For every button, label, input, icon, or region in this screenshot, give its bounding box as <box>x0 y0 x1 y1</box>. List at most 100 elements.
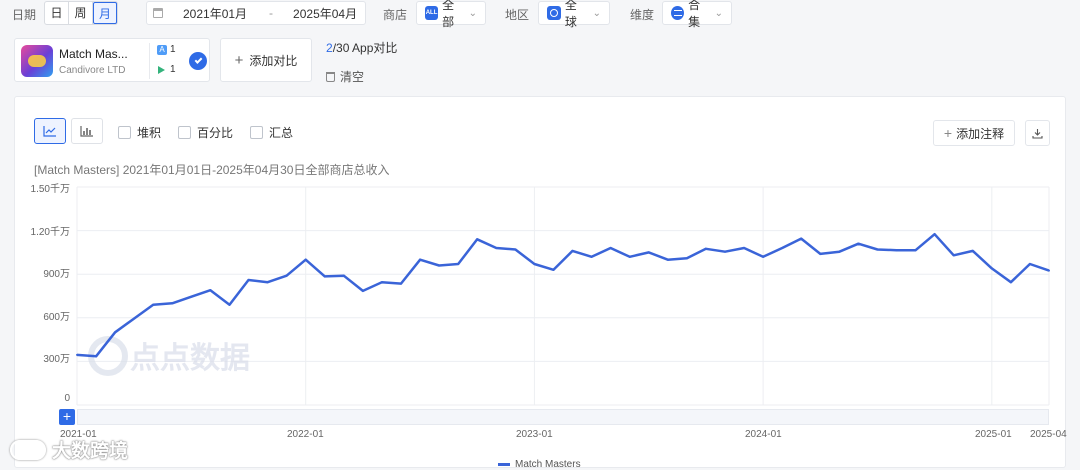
data-point[interactable] <box>590 255 593 258</box>
corner-watermark: 大数跨境 <box>10 436 128 463</box>
app-name: Match Mas... <box>59 47 128 61</box>
data-point[interactable] <box>323 275 326 278</box>
data-point[interactable] <box>419 258 422 261</box>
stack-checkbox[interactable]: 堆积 <box>118 124 161 141</box>
data-point[interactable] <box>704 247 707 250</box>
corner-watermark-text: 大数跨境 <box>52 441 129 462</box>
data-point[interactable] <box>152 303 155 306</box>
date-separator: - <box>269 6 274 20</box>
store-value: 全部 <box>442 0 455 29</box>
data-point[interactable] <box>171 302 174 305</box>
data-point[interactable] <box>1048 269 1050 272</box>
data-point[interactable] <box>857 242 860 245</box>
data-point[interactable] <box>628 255 631 258</box>
range-slider[interactable] <box>77 409 1049 425</box>
data-point[interactable] <box>76 353 78 356</box>
add-annotation-button[interactable]: + 添加注释 <box>933 120 1015 146</box>
data-point[interactable] <box>571 249 574 252</box>
data-point[interactable] <box>876 248 879 251</box>
stack-box[interactable] <box>118 126 131 139</box>
percent-checkbox[interactable]: 百分比 <box>178 124 233 141</box>
check-icon[interactable] <box>189 52 207 70</box>
percent-box[interactable] <box>178 126 191 139</box>
store-select[interactable]: ALL 全部 ⌄ <box>416 0 486 29</box>
data-point[interactable] <box>914 249 917 252</box>
end-date[interactable]: 2025年04月 <box>293 5 357 22</box>
data-point[interactable] <box>990 267 993 270</box>
clear-button[interactable]: 清空 <box>326 68 364 85</box>
data-point[interactable] <box>800 237 803 240</box>
granularity-month[interactable]: 月 <box>93 2 117 24</box>
app-card[interactable]: Match Mas... Candivore LTD A 1 1 <box>14 38 210 82</box>
clear-label: 清空 <box>340 70 365 84</box>
data-point[interactable] <box>247 279 250 282</box>
watermark-logo-icon <box>10 439 46 460</box>
data-point[interactable] <box>819 252 822 255</box>
data-point[interactable] <box>266 281 269 284</box>
data-point[interactable] <box>933 233 936 236</box>
data-point[interactable] <box>457 263 460 266</box>
data-point[interactable] <box>304 258 307 261</box>
data-point[interactable] <box>514 248 517 251</box>
data-point[interactable] <box>647 251 650 254</box>
data-point[interactable] <box>952 254 955 257</box>
divider <box>149 43 150 79</box>
data-point[interactable] <box>685 257 688 260</box>
data-point[interactable] <box>533 263 536 266</box>
data-point[interactable] <box>95 355 98 358</box>
x-tick: 2025-01 <box>975 429 1012 440</box>
data-point[interactable] <box>342 274 345 277</box>
data-point[interactable] <box>495 247 498 250</box>
data-point[interactable] <box>743 247 746 250</box>
x-tick: 2023-01 <box>516 429 553 440</box>
android-count: 1 <box>170 64 176 75</box>
data-point[interactable] <box>361 289 364 292</box>
data-point[interactable] <box>666 258 669 261</box>
layers-icon <box>671 6 685 20</box>
percent-label: 百分比 <box>197 126 234 140</box>
data-point[interactable] <box>762 255 765 258</box>
sum-box[interactable] <box>250 126 263 139</box>
data-point[interactable] <box>552 268 555 271</box>
sum-label: 汇总 <box>269 126 294 140</box>
data-point[interactable] <box>133 317 136 320</box>
granularity-week[interactable]: 周 <box>69 2 93 24</box>
data-point[interactable] <box>380 281 383 284</box>
calendar-icon <box>153 8 163 18</box>
granularity-day[interactable]: 日 <box>45 2 69 24</box>
data-point[interactable] <box>1028 263 1031 266</box>
data-point[interactable] <box>609 247 612 250</box>
line-chart-button[interactable] <box>34 118 66 144</box>
dimension-select[interactable]: 合集 ⌄ <box>662 0 732 29</box>
dimension-value: 合集 <box>688 0 701 29</box>
data-point[interactable] <box>476 238 479 241</box>
add-compare-button[interactable]: + 添加对比 <box>220 38 312 82</box>
data-point[interactable] <box>285 274 288 277</box>
trash-icon <box>326 71 335 82</box>
sum-checkbox[interactable]: 汇总 <box>250 124 293 141</box>
expand-button[interactable]: + <box>59 409 75 425</box>
data-point[interactable] <box>724 250 726 253</box>
region-select[interactable]: 全球 ⌄ <box>538 0 610 29</box>
plus-icon: + <box>234 51 244 69</box>
legend: Match Masters <box>498 459 581 470</box>
data-point[interactable] <box>781 247 784 250</box>
bar-chart-button[interactable] <box>71 118 103 144</box>
series-line[interactable] <box>76 232 1050 358</box>
date-range-picker[interactable]: 2021年01月 - 2025年04月 <box>146 1 366 25</box>
chevron-down-icon: ⌄ <box>592 7 601 19</box>
data-point[interactable] <box>438 264 441 267</box>
data-point[interactable] <box>838 250 841 253</box>
data-point[interactable] <box>971 249 974 252</box>
data-point[interactable] <box>209 289 212 292</box>
data-point[interactable] <box>1009 281 1012 284</box>
data-point[interactable] <box>400 282 402 285</box>
region-value: 全球 <box>564 0 577 29</box>
start-date[interactable]: 2021年01月 <box>183 5 247 22</box>
data-point[interactable] <box>114 331 117 334</box>
data-point[interactable] <box>228 303 231 306</box>
download-button[interactable] <box>1025 120 1050 146</box>
data-point[interactable] <box>895 249 898 252</box>
region-label: 地区 <box>505 8 530 22</box>
data-point[interactable] <box>190 295 193 298</box>
